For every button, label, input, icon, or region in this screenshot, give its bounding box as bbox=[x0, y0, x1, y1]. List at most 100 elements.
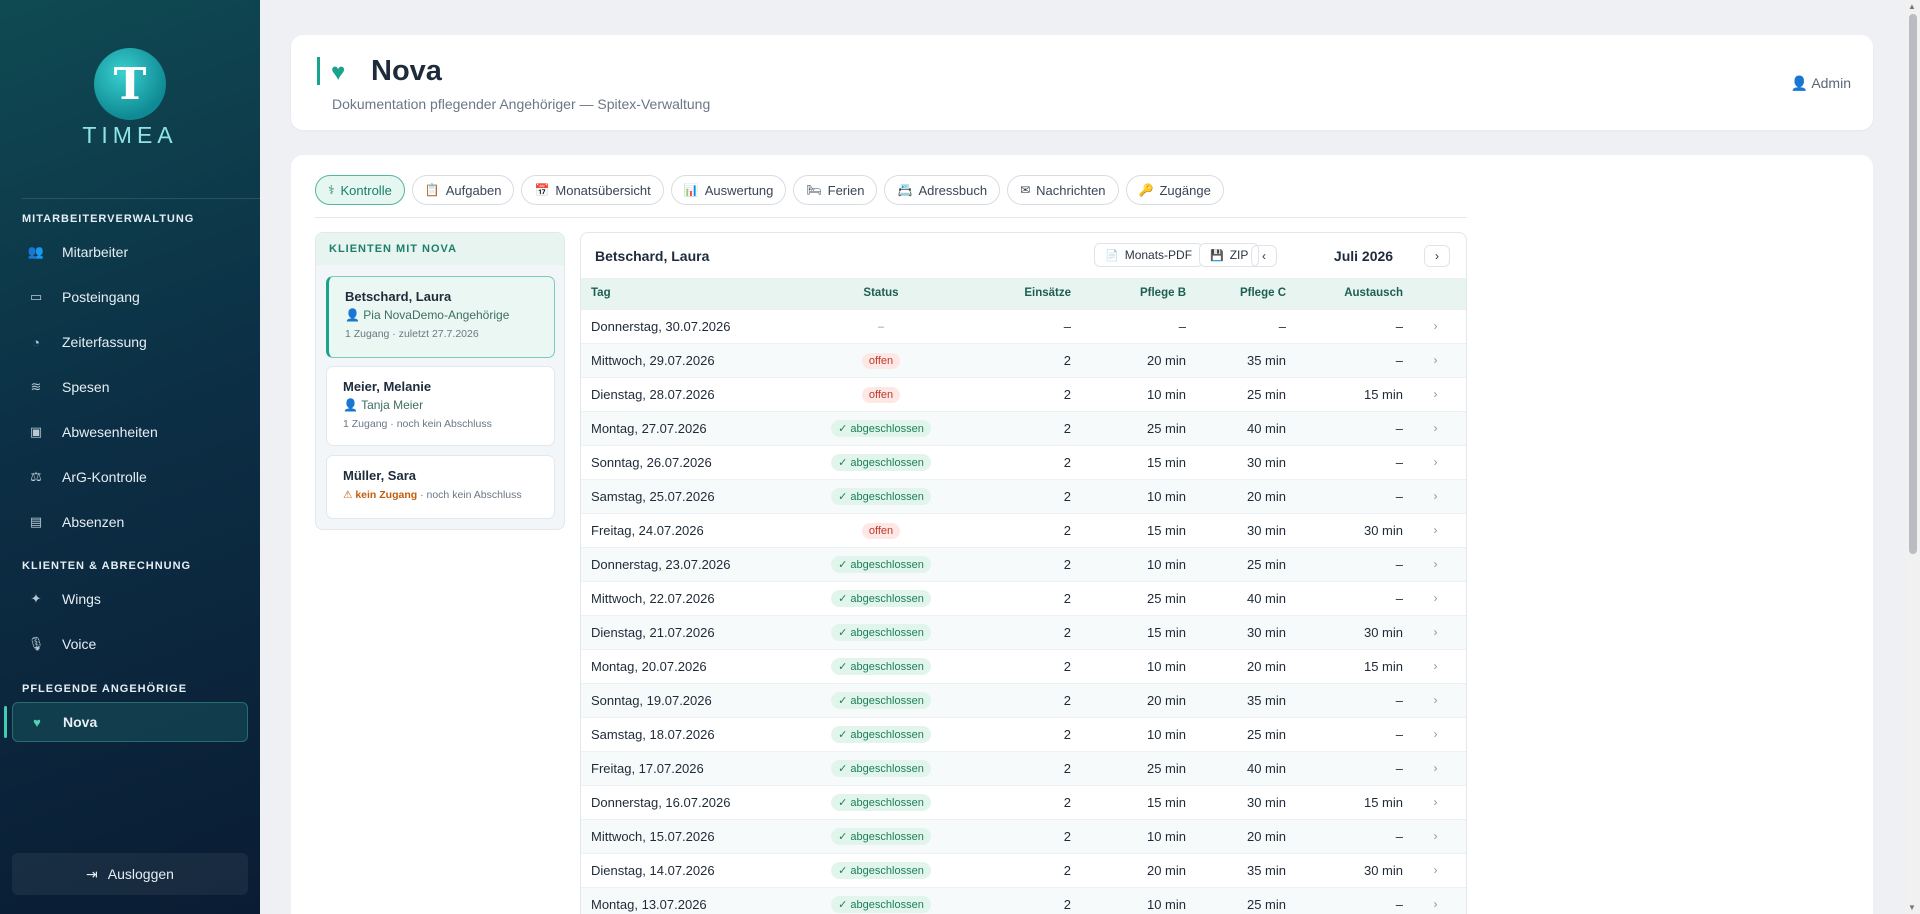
page-scrollbar[interactable]: ▲ ▼ bbox=[1906, 0, 1920, 914]
table-row[interactable]: Dienstag, 14.07.2026 ✓ abgeschlossen 2 20 m… bbox=[581, 852, 1466, 887]
cell-status: ✓ abgeschlossen bbox=[801, 886, 961, 914]
chevron-right-icon[interactable]: › bbox=[1403, 750, 1466, 785]
table-row[interactable]: Montag, 27.07.2026 ✓ abgeschlossen 2 25 min… bbox=[581, 410, 1466, 445]
cell-pflege-c: 35 min bbox=[1186, 342, 1286, 377]
cell-day: Mittwoch, 22.07.2026 bbox=[581, 580, 801, 615]
sidebar-item-mitarbeiter[interactable]: 👥 Mitarbeiter bbox=[12, 232, 248, 272]
table-row[interactable]: Donnerstag, 30.07.2026– – – – – › bbox=[581, 308, 1466, 343]
client-card-meier[interactable]: Meier, Melanie 👤 Tanja Meier 1 Zugang · … bbox=[326, 366, 555, 446]
user-icon: 👤 bbox=[345, 308, 364, 322]
sidebar-item-abwesenheiten[interactable]: ▣ Abwesenheiten bbox=[12, 412, 248, 452]
scrollbar-thumb[interactable] bbox=[1909, 14, 1917, 554]
cell-pflege-b: 25 min bbox=[1071, 580, 1186, 615]
next-month-button[interactable]: › bbox=[1424, 245, 1450, 267]
table-row[interactable]: Donnerstag, 16.07.2026 ✓ abgeschlossen 2 15… bbox=[581, 784, 1466, 819]
scroll-down-icon[interactable]: ▼ bbox=[1908, 903, 1916, 912]
sidebar-item-zeiterfassung[interactable]: ◔ Zeiterfassung bbox=[12, 322, 248, 362]
tab-nachrichten[interactable]: ✉ Nachrichten bbox=[1007, 175, 1119, 205]
client-card-mueller[interactable]: Müller, Sara ⚠ kein Zugang · noch kein A… bbox=[326, 455, 555, 519]
table-row[interactable]: Mittwoch, 22.07.2026 ✓ abgeschlossen 2 25 m… bbox=[581, 580, 1466, 615]
logout-button[interactable]: ⇥ Ausloggen bbox=[12, 853, 248, 895]
tab-monatsuebersicht[interactable]: 📅 Monatsübersicht bbox=[521, 175, 664, 205]
sidebar-item-posteingang[interactable]: ▭ Posteingang bbox=[12, 277, 248, 317]
chevron-right-icon[interactable]: › bbox=[1403, 682, 1466, 717]
bed-icon: 🛏 bbox=[806, 183, 822, 197]
tab-zugaenge[interactable]: 🔑 Zugänge bbox=[1125, 175, 1224, 205]
cell-day: Mittwoch, 15.07.2026 bbox=[581, 818, 801, 853]
cell-austausch: – bbox=[1286, 342, 1403, 377]
client-card-betschard[interactable]: Betschard, Laura 👤 Pia NovaDemo-Angehöri… bbox=[326, 276, 555, 358]
cell-pflege-c: 40 min bbox=[1186, 750, 1286, 785]
client-meta: 1 Zugang · zuletzt 27.7.2026 bbox=[345, 328, 479, 340]
table-row[interactable]: Dienstag, 28.07.2026 offen 2 10 min 25 min 15… bbox=[581, 376, 1466, 411]
sidebar-item-absenzen[interactable]: ▤ Absenzen bbox=[12, 502, 248, 542]
cell-austausch: 15 min bbox=[1286, 648, 1403, 683]
col-pflege-c: Pflege C bbox=[1239, 287, 1286, 300]
sign-out-icon: ⇥ bbox=[86, 865, 98, 882]
table-row[interactable]: Donnerstag, 23.07.2026 ✓ abgeschlossen 2 10… bbox=[581, 546, 1466, 581]
table-row[interactable]: Dienstag, 21.07.2026 ✓ abgeschlossen 2 15 m… bbox=[581, 614, 1466, 649]
table-row[interactable]: Freitag, 24.07.2026 offen 2 15 min 30 min 30 … bbox=[581, 512, 1466, 547]
table-row[interactable]: Samstag, 25.07.2026 ✓ abgeschlossen 2 10 mi… bbox=[581, 478, 1466, 513]
sidebar-item-voice[interactable]: 🎙 Voice bbox=[12, 624, 248, 664]
chevron-right-icon[interactable]: › bbox=[1403, 852, 1466, 887]
client-list-heading: KLIENTEN MIT NOVA bbox=[316, 233, 564, 265]
cell-austausch: 15 min bbox=[1286, 376, 1403, 411]
clipboard-icon: ▤ bbox=[29, 514, 43, 529]
cell-einsaetze: 2 bbox=[961, 614, 1071, 649]
cell-status: ✓ abgeschlossen bbox=[801, 410, 961, 445]
table-row[interactable]: Freitag, 17.07.2026 ✓ abgeschlossen 2 25 mi… bbox=[581, 750, 1466, 785]
sidebar-item-nova[interactable]: ♥ Nova bbox=[12, 702, 248, 742]
tab-adressbuch[interactable]: 📇 Adressbuch bbox=[884, 175, 1001, 205]
table-row[interactable]: Montag, 20.07.2026 ✓ abgeschlossen 2 10 min… bbox=[581, 648, 1466, 683]
chevron-right-icon[interactable]: › bbox=[1403, 580, 1466, 615]
chevron-right-icon[interactable]: › bbox=[1403, 410, 1466, 445]
table-row[interactable]: Montag, 13.07.2026 ✓ abgeschlossen 2 10 min… bbox=[581, 886, 1466, 914]
cell-pflege-c: 20 min bbox=[1186, 818, 1286, 853]
sidebar-item-arg-kontrolle[interactable]: ⚖ ArG-Kontrolle bbox=[12, 457, 248, 497]
cell-status: ✓ abgeschlossen bbox=[801, 648, 961, 683]
chevron-right-icon[interactable]: › bbox=[1403, 342, 1466, 377]
table-row[interactable]: Mittwoch, 29.07.2026 offen 2 20 min 35 min – › bbox=[581, 342, 1466, 377]
status-badge: ✓ abgeschlossen bbox=[831, 453, 931, 471]
chevron-right-icon[interactable]: › bbox=[1403, 376, 1466, 411]
main-card: ⚕ Kontrolle 📋 Aufgaben 📅 Monatsübersicht 📊 A… bbox=[291, 155, 1873, 914]
user-menu[interactable]: 👤 Admin bbox=[1791, 75, 1851, 92]
chevron-right-icon[interactable]: › bbox=[1403, 546, 1466, 581]
tab-kontrolle[interactable]: ⚕ Kontrolle bbox=[315, 175, 405, 205]
monthly-pdf-button[interactable]: 📄 Monats-PDF bbox=[1094, 243, 1204, 267]
tab-ferien[interactable]: 🛏 Ferien bbox=[793, 175, 878, 205]
tab-auswertung[interactable]: 📊 Auswertung bbox=[670, 175, 787, 205]
cell-status: ✓ abgeschlossen bbox=[801, 546, 961, 581]
scroll-up-icon[interactable]: ▲ bbox=[1908, 2, 1916, 11]
cell-day: Mittwoch, 29.07.2026 bbox=[581, 342, 801, 377]
tab-aufgaben[interactable]: 📋 Aufgaben bbox=[411, 175, 515, 205]
client-name: Müller, Sara bbox=[343, 468, 416, 483]
table-row[interactable]: Sonntag, 19.07.2026 ✓ abgeschlossen 2 20 mi… bbox=[581, 682, 1466, 717]
chevron-right-icon[interactable]: › bbox=[1403, 478, 1466, 513]
cell-austausch: – bbox=[1286, 308, 1403, 343]
tab-bar: ⚕ Kontrolle 📋 Aufgaben 📅 Monatsübersicht 📊 A… bbox=[315, 175, 1224, 205]
chevron-right-icon[interactable]: › bbox=[1403, 886, 1466, 914]
chevron-right-icon[interactable]: › bbox=[1403, 716, 1466, 751]
prev-month-button[interactable]: ‹ bbox=[1251, 245, 1277, 267]
chevron-right-icon[interactable]: › bbox=[1403, 784, 1466, 819]
cell-day: Donnerstag, 30.07.2026 bbox=[581, 308, 801, 343]
cell-austausch: – bbox=[1286, 682, 1403, 717]
table-row[interactable]: Sonntag, 26.07.2026 ✓ abgeschlossen 2 15 mi… bbox=[581, 444, 1466, 479]
table-row[interactable]: Samstag, 18.07.2026 ✓ abgeschlossen 2 10 mi… bbox=[581, 716, 1466, 751]
sidebar-item-label: Posteingang bbox=[62, 289, 140, 305]
chevron-right-icon[interactable]: › bbox=[1403, 444, 1466, 479]
tab-label: Auswertung bbox=[704, 182, 774, 198]
cell-day: Freitag, 17.07.2026 bbox=[581, 750, 801, 785]
chevron-right-icon[interactable]: › bbox=[1403, 308, 1466, 343]
cell-einsaetze: 2 bbox=[961, 580, 1071, 615]
chevron-right-icon[interactable]: › bbox=[1403, 818, 1466, 853]
chevron-right-icon[interactable]: › bbox=[1403, 512, 1466, 547]
sidebar-item-wings[interactable]: ✦ Wings bbox=[12, 579, 248, 619]
chevron-right-icon[interactable]: › bbox=[1403, 614, 1466, 649]
sidebar-item-spesen[interactable]: ≋ Spesen bbox=[12, 367, 248, 407]
chevron-right-icon[interactable]: › bbox=[1403, 648, 1466, 683]
cell-pflege-b: 25 min bbox=[1071, 750, 1186, 785]
table-row[interactable]: Mittwoch, 15.07.2026 ✓ abgeschlossen 2 10 m… bbox=[581, 818, 1466, 853]
